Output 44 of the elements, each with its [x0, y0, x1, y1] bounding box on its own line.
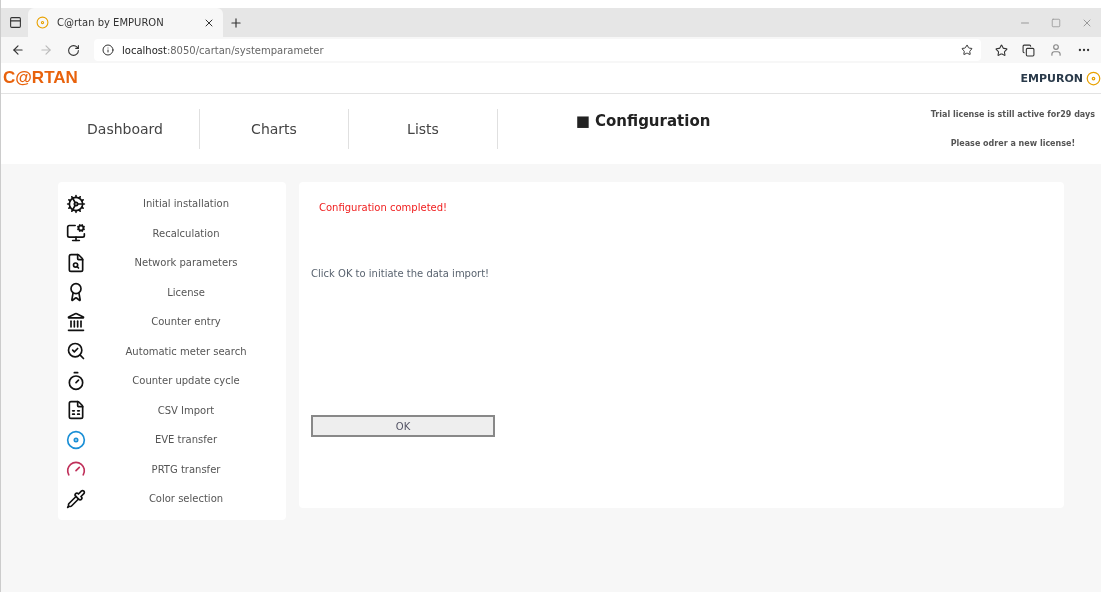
- license-notice: Please odrer a new license!: [950, 139, 1076, 148]
- nav-tab[interactable]: Dashboard: [51, 109, 200, 149]
- license-notice: Trial license is still active for29 days: [930, 110, 1095, 119]
- profile-icon[interactable]: [1049, 43, 1063, 57]
- address-bar[interactable]: localhost:8050/cartan/systemparameter: [94, 39, 981, 61]
- browser-tab[interactable]: C@rtan by EMPURON: [28, 8, 223, 37]
- sidebar-item[interactable]: Initial installation: [58, 189, 286, 219]
- sidebar-item[interactable]: Recalculation: [58, 218, 286, 248]
- url-text: localhost:8050/cartan/systemparameter: [122, 44, 325, 56]
- sidebar-item[interactable]: Network parameters: [58, 248, 286, 278]
- disc-icon: [66, 429, 86, 450]
- info-icon: [102, 44, 114, 56]
- instruction-text: Click OK to initiate the data import!: [311, 268, 491, 279]
- app-logo: C@RTAN: [3, 68, 78, 88]
- nav-tab[interactable]: Lists: [349, 109, 498, 149]
- new-tab-icon[interactable]: [229, 15, 243, 30]
- ok-button[interactable]: OK: [311, 415, 495, 437]
- search-icon: [66, 341, 86, 362]
- document-search-icon: [66, 252, 86, 273]
- sidebar-item[interactable]: Color selection: [58, 484, 286, 514]
- reload-icon[interactable]: [67, 43, 80, 57]
- pipette-icon: [66, 488, 86, 509]
- sidebar-item[interactable]: Counter update cycle: [58, 366, 286, 396]
- sidebar-item[interactable]: CSV Import: [58, 395, 286, 425]
- favorite-add-icon[interactable]: [961, 44, 973, 56]
- gear-icon: [66, 193, 86, 214]
- sidebar-item[interactable]: EVE transfer: [58, 425, 286, 455]
- nav-tab[interactable]: ■ Configuration: [498, 100, 788, 142]
- monitor-gear-icon: [66, 223, 86, 244]
- collections-icon[interactable]: [1022, 43, 1035, 57]
- status-message: Configuration completed!: [319, 202, 449, 213]
- sidebar-item[interactable]: License: [58, 277, 286, 307]
- stopwatch-icon: [66, 370, 86, 391]
- favorites-icon[interactable]: [995, 43, 1008, 57]
- sidebar-item[interactable]: Counter entry: [58, 307, 286, 337]
- brand-name: EMPURON: [1020, 71, 1083, 85]
- sidebar-item[interactable]: PRTG transfer: [58, 454, 286, 484]
- sidebar-item[interactable]: Automatic meter search: [58, 336, 286, 366]
- tab-actions-icon[interactable]: [9, 16, 22, 29]
- logo-icon: [1086, 70, 1101, 86]
- nav-tab[interactable]: Charts: [200, 109, 349, 149]
- csv-file-icon: [66, 400, 86, 421]
- logo-icon: [36, 16, 49, 29]
- back-icon[interactable]: [11, 43, 25, 57]
